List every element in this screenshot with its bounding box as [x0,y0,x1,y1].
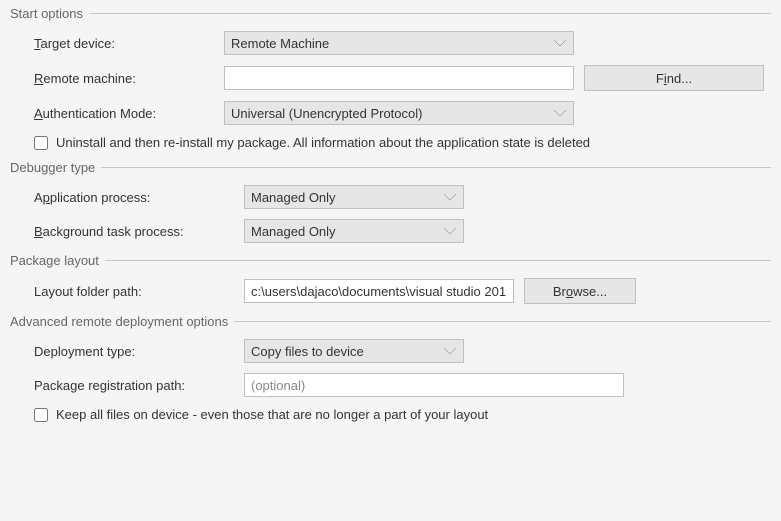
keep-all-files-label: Keep all files on device - even those th… [56,407,488,422]
uninstall-reinstall-checkbox[interactable] [34,136,48,150]
layout-folder-path-input[interactable] [244,279,514,303]
application-process-label: Application process: [34,190,234,205]
layout-folder-path-label: Layout folder path: [34,284,234,299]
browse-button[interactable]: Browse... [524,278,636,304]
background-task-process-combo[interactable]: Managed Only [244,219,464,243]
remote-machine-input[interactable] [224,66,574,90]
section-title: Advanced remote deployment options [10,314,228,329]
section-rule [89,13,771,14]
section-header-start-options: Start options [10,6,771,21]
section-header-package-layout: Package layout [10,253,771,268]
section-debugger-type: Debugger type Application process: Manag… [10,160,771,243]
auth-mode-label: Authentication Mode: [34,106,214,121]
section-rule [234,321,771,322]
section-header-debugger-type: Debugger type [10,160,771,175]
section-start-options: Start options Target device: Remote Mach… [10,6,771,150]
application-process-combo[interactable]: Managed Only [244,185,464,209]
deployment-type-combo[interactable]: Copy files to device [244,339,464,363]
target-device-label: Target device: [34,36,214,51]
auth-mode-combo[interactable]: Universal (Unencrypted Protocol) [224,101,574,125]
section-advanced-remote: Advanced remote deployment options Deplo… [10,314,771,422]
keep-all-files-checkbox[interactable] [34,408,48,422]
find-button[interactable]: Find... [584,65,764,91]
remote-machine-label: Remote machine: [34,71,214,86]
section-rule [105,260,771,261]
uninstall-reinstall-label: Uninstall and then re-install my package… [56,135,590,150]
target-device-combo[interactable]: Remote Machine [224,31,574,55]
section-title: Start options [10,6,83,21]
package-registration-path-input[interactable] [244,373,624,397]
section-package-layout: Package layout Layout folder path: Brows… [10,253,771,304]
background-task-process-label: Background task process: [34,224,234,239]
section-title: Package layout [10,253,99,268]
section-header-advanced-remote: Advanced remote deployment options [10,314,771,329]
deployment-type-label: Deployment type: [34,344,234,359]
package-registration-path-label: Package registration path: [34,378,234,393]
section-rule [101,167,771,168]
section-title: Debugger type [10,160,95,175]
